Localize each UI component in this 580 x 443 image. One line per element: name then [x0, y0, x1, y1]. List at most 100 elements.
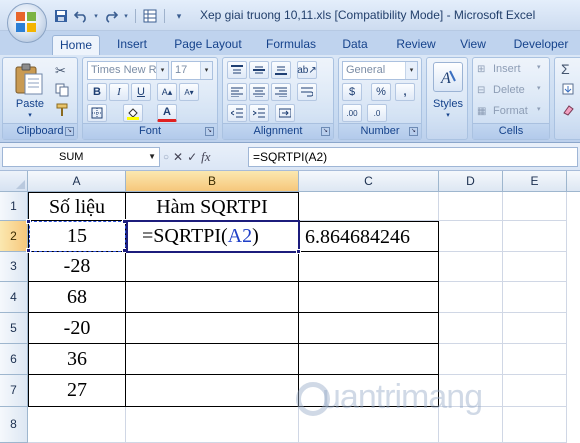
tab-view[interactable]: View: [455, 35, 491, 55]
row-header-8[interactable]: 8: [0, 407, 28, 443]
row-header-6[interactable]: 6: [0, 344, 28, 375]
cell-b2[interactable]: =SQRTPI(A2): [126, 221, 299, 252]
font-size-combo[interactable]: 17 ▾: [171, 61, 213, 80]
cell-e4[interactable]: [503, 282, 567, 313]
formula-input[interactable]: =SQRTPI(A2): [248, 147, 578, 167]
align-left-icon[interactable]: [227, 83, 247, 101]
comma-button[interactable]: ,: [395, 83, 415, 101]
tab-page-layout[interactable]: Page Layout: [170, 35, 246, 55]
decrease-indent-icon[interactable]: [227, 104, 247, 122]
office-button[interactable]: [7, 3, 47, 43]
chevron-down-icon[interactable]: ▾: [441, 111, 455, 119]
cell-b3[interactable]: [126, 252, 299, 282]
insert-cells-icon[interactable]: ⊞: [477, 64, 485, 75]
tab-formulas[interactable]: Formulas: [260, 35, 322, 55]
font-name-combo[interactable]: Times New Ro ▾: [87, 61, 169, 80]
cell-a2[interactable]: 15: [28, 221, 126, 252]
cut-icon[interactable]: ✂: [55, 63, 66, 79]
cell-c4[interactable]: [299, 282, 439, 313]
cell-b8[interactable]: [126, 407, 299, 443]
column-header-a[interactable]: A: [28, 171, 126, 192]
cell-a8[interactable]: [28, 407, 126, 443]
column-header-b[interactable]: B: [126, 171, 299, 192]
wrap-text-icon[interactable]: [297, 83, 317, 101]
cell-d3[interactable]: [439, 252, 503, 282]
cell-a4[interactable]: 68: [28, 282, 126, 313]
tab-insert[interactable]: Insert: [110, 35, 154, 55]
chevron-down-icon[interactable]: ▾: [405, 62, 417, 79]
cell-d5[interactable]: [439, 313, 503, 344]
cell-b5[interactable]: [126, 313, 299, 344]
cell-e2[interactable]: [503, 221, 567, 252]
chevron-down-icon[interactable]: ▾: [537, 105, 541, 113]
currency-button[interactable]: $: [342, 83, 362, 101]
dialog-launcher-icon[interactable]: ↘: [205, 127, 214, 136]
grow-font-icon[interactable]: A▴: [157, 83, 177, 101]
cell-e6[interactable]: [503, 344, 567, 375]
dialog-launcher-icon[interactable]: ↘: [321, 127, 330, 136]
reference-handle[interactable]: [122, 219, 127, 224]
format-painter-icon[interactable]: [55, 103, 69, 120]
align-bottom-icon[interactable]: [271, 61, 291, 79]
row-header-3[interactable]: 3: [0, 252, 28, 282]
row-header-1[interactable]: 1: [0, 192, 28, 221]
autosum-button[interactable]: Σ: [561, 61, 570, 77]
chevron-down-icon[interactable]: ▼: [148, 148, 156, 166]
number-format-combo[interactable]: General ▾: [342, 61, 418, 80]
cell-e8[interactable]: [503, 407, 567, 443]
dialog-launcher-icon[interactable]: ↘: [409, 127, 418, 136]
format-button[interactable]: Format: [493, 105, 528, 117]
save-icon[interactable]: [52, 7, 70, 25]
insert-button[interactable]: Insert: [493, 63, 521, 75]
cell-a5[interactable]: -20: [28, 313, 126, 344]
chevron-down-icon[interactable]: ▾: [156, 62, 168, 79]
cell-b1[interactable]: Hàm SQRTPI: [126, 192, 299, 221]
column-header-f[interactable]: [567, 171, 580, 192]
cell-e1[interactable]: [503, 192, 567, 221]
cell-e3[interactable]: [503, 252, 567, 282]
shrink-font-icon[interactable]: A▾: [179, 83, 199, 101]
chevron-down-icon[interactable]: ▾: [92, 7, 100, 25]
tab-developer[interactable]: Developer: [510, 35, 572, 55]
increase-indent-icon[interactable]: [249, 104, 269, 122]
percent-button[interactable]: %: [371, 83, 391, 101]
column-header-c[interactable]: C: [299, 171, 439, 192]
cell-d2[interactable]: [439, 221, 503, 252]
insert-function-icon[interactable]: fx: [201, 149, 210, 165]
chevron-down-icon[interactable]: ▾: [537, 84, 541, 92]
name-box[interactable]: SUM ▼: [2, 147, 160, 167]
tab-home[interactable]: Home: [52, 35, 100, 55]
paste-icon[interactable]: [11, 62, 45, 96]
reference-handle[interactable]: [26, 219, 31, 224]
orientation-icon[interactable]: ab↗: [297, 61, 317, 79]
reference-handle[interactable]: [26, 248, 31, 253]
fill-handle[interactable]: [296, 249, 301, 254]
align-middle-icon[interactable]: [249, 61, 269, 79]
clear-icon[interactable]: [561, 103, 575, 120]
cell-d1[interactable]: [439, 192, 503, 221]
cell-c2[interactable]: 6.864684246: [299, 221, 439, 252]
cell-a7[interactable]: 27: [28, 375, 126, 407]
redo-icon[interactable]: [102, 7, 120, 25]
merge-center-icon[interactable]: [275, 104, 295, 122]
fill-icon[interactable]: [561, 82, 575, 99]
cell-a6[interactable]: 36: [28, 344, 126, 375]
cell-e5[interactable]: [503, 313, 567, 344]
column-header-e[interactable]: E: [503, 171, 567, 192]
customize-icon[interactable]: ▾: [170, 7, 188, 25]
cell-d4[interactable]: [439, 282, 503, 313]
select-all-button[interactable]: [0, 171, 28, 192]
styles-icon[interactable]: A: [433, 62, 463, 92]
row-header-2[interactable]: 2: [0, 221, 28, 252]
bold-button[interactable]: B: [87, 83, 107, 101]
delete-cells-icon[interactable]: ⊟: [477, 85, 485, 96]
chevron-down-icon[interactable]: ▾: [537, 63, 541, 71]
copy-icon[interactable]: [55, 83, 69, 100]
chevron-down-icon[interactable]: ▾: [23, 111, 37, 119]
reference-handle[interactable]: [122, 248, 127, 253]
enter-icon[interactable]: ✓: [187, 150, 197, 164]
tab-review[interactable]: Review: [390, 35, 442, 55]
align-center-icon[interactable]: [249, 83, 269, 101]
chevron-down-icon[interactable]: ▾: [200, 62, 212, 79]
cell-b4[interactable]: [126, 282, 299, 313]
